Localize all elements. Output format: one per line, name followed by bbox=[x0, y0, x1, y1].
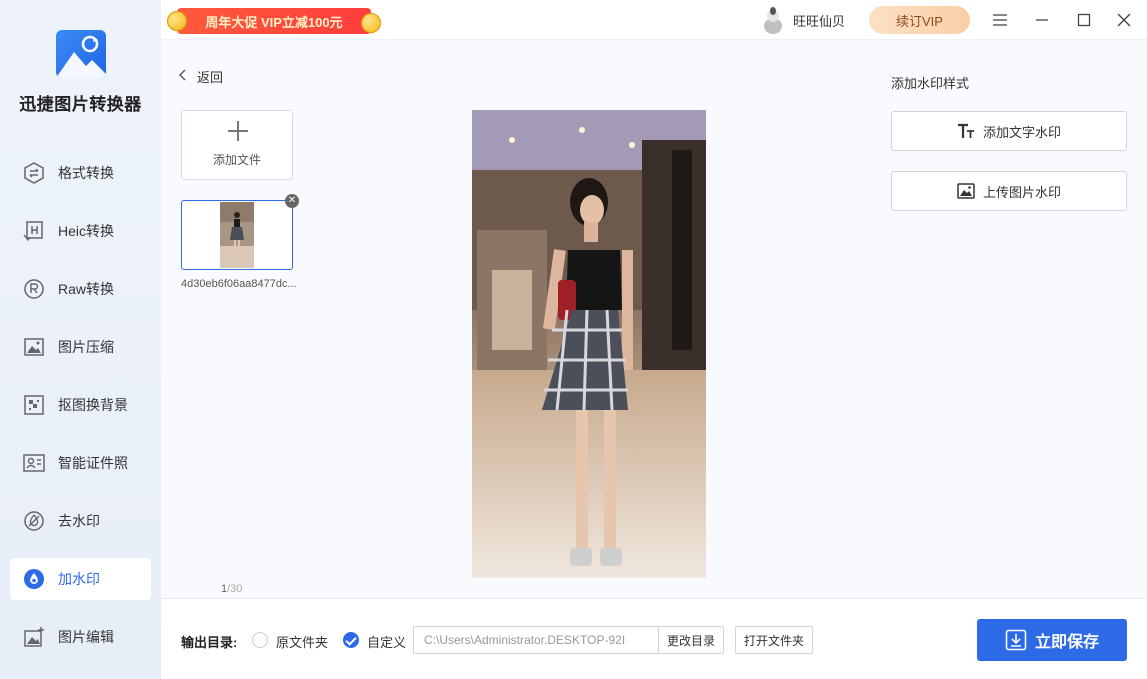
file-thumbnail[interactable] bbox=[181, 200, 293, 270]
sidebar-item-add-watermark[interactable]: 加水印 bbox=[10, 558, 151, 600]
output-dir-label: 输出目录: bbox=[181, 635, 238, 650]
image-icon bbox=[957, 183, 975, 199]
thumbnail-image bbox=[220, 202, 254, 268]
sidebar-item-label: 抠图换背景 bbox=[58, 397, 128, 413]
coin-icon bbox=[361, 13, 381, 33]
sidebar-item-compress[interactable]: 图片压缩 bbox=[10, 326, 151, 368]
sidebar-item-label: 图片压缩 bbox=[58, 339, 114, 355]
format-convert-icon bbox=[22, 161, 46, 185]
image-preview bbox=[472, 110, 706, 578]
custom-folder-label: 自定义 bbox=[367, 635, 407, 650]
page-total: /30 bbox=[227, 583, 243, 595]
sidebar-item-raw[interactable]: Raw转换 bbox=[10, 268, 151, 310]
sidebar: 迅捷图片转换器 格式转换 Heic转换 Raw转换 图片压缩 抠图换背景 智能证… bbox=[0, 0, 161, 679]
sidebar-item-label: 格式转换 bbox=[58, 165, 114, 181]
watermark-style-title: 添加水印样式 bbox=[891, 76, 970, 91]
main-content: 返回 添加文件 ✕ 4d30eb6f06aa8477dc... 1/30 添加水… bbox=[161, 40, 1147, 598]
sidebar-item-label: Raw转换 bbox=[58, 281, 115, 297]
add-text-watermark-button[interactable]: 添加文字水印 bbox=[891, 111, 1127, 151]
sidebar-item-label: 图片编辑 bbox=[58, 629, 114, 645]
output-path-field[interactable]: C:\Users\Administrator.DESKTOP-92I bbox=[413, 626, 659, 654]
back-label: 返回 bbox=[197, 70, 224, 85]
username: 旺旺仙贝 bbox=[793, 13, 846, 29]
original-folder-label: 原文件夹 bbox=[276, 635, 329, 650]
avatar bbox=[761, 6, 785, 34]
app-logo-icon bbox=[56, 30, 106, 78]
chevron-left-icon bbox=[179, 69, 187, 84]
coin-icon bbox=[167, 11, 187, 31]
menu-icon[interactable] bbox=[987, 8, 1013, 32]
open-folder-button[interactable]: 打开文件夹 bbox=[735, 626, 813, 654]
add-file-button[interactable]: 添加文件 bbox=[181, 110, 293, 180]
add-watermark-icon bbox=[22, 567, 46, 591]
add-text-watermark-label: 添加文字水印 bbox=[982, 124, 1061, 140]
sidebar-item-heic[interactable]: Heic转换 bbox=[10, 210, 151, 252]
top-bar: 周年大促 VIP立减100元 旺旺仙贝 续订VIP bbox=[161, 0, 1147, 40]
text-icon bbox=[957, 123, 975, 139]
compress-icon bbox=[22, 335, 46, 359]
minimize-icon[interactable] bbox=[1029, 8, 1055, 32]
sidebar-item-label: 加水印 bbox=[58, 571, 100, 587]
cutout-icon bbox=[22, 393, 46, 417]
radio-original-folder[interactable] bbox=[252, 632, 268, 648]
file-name: 4d30eb6f06aa8477dc... bbox=[181, 278, 297, 290]
sidebar-item-format-convert[interactable]: 格式转换 bbox=[10, 152, 151, 194]
promo-text: 周年大促 VIP立减100元 bbox=[177, 8, 371, 34]
save-now-label: 立即保存 bbox=[1034, 634, 1099, 651]
renew-vip-button[interactable]: 续订VIP bbox=[869, 6, 970, 34]
page-indicator: 1/30 bbox=[221, 583, 242, 595]
sidebar-item-label: Heic转换 bbox=[58, 223, 115, 239]
raw-icon bbox=[22, 277, 46, 301]
sidebar-item-image-edit[interactable]: 图片编辑 bbox=[10, 616, 151, 658]
remove-file-icon[interactable]: ✕ bbox=[285, 194, 299, 208]
image-edit-icon bbox=[22, 625, 46, 649]
sidebar-nav: 格式转换 Heic转换 Raw转换 图片压缩 抠图换背景 智能证件照 去水印 加… bbox=[10, 152, 151, 674]
upload-image-watermark-label: 上传图片水印 bbox=[982, 184, 1061, 200]
maximize-icon[interactable] bbox=[1071, 8, 1097, 32]
upload-image-watermark-button[interactable]: 上传图片水印 bbox=[891, 171, 1127, 211]
close-icon[interactable] bbox=[1111, 8, 1137, 32]
user-profile[interactable]: 旺旺仙贝 bbox=[761, 6, 845, 34]
id-photo-icon bbox=[22, 451, 46, 475]
radio-custom-folder[interactable] bbox=[343, 632, 359, 648]
sidebar-item-label: 去水印 bbox=[58, 513, 100, 529]
bottom-bar: 输出目录: 原文件夹 自定义 C:\Users\Administrator.DE… bbox=[161, 598, 1147, 679]
download-icon bbox=[1005, 629, 1027, 651]
add-file-label: 添加文件 bbox=[212, 153, 261, 167]
save-now-button[interactable]: 立即保存 bbox=[977, 619, 1127, 661]
sidebar-item-label: 智能证件照 bbox=[58, 455, 128, 471]
sidebar-item-id-photo[interactable]: 智能证件照 bbox=[10, 442, 151, 484]
sidebar-item-remove-watermark[interactable]: 去水印 bbox=[10, 500, 151, 542]
promo-banner[interactable]: 周年大促 VIP立减100元 bbox=[167, 8, 381, 34]
remove-watermark-icon bbox=[22, 509, 46, 533]
app-name: 迅捷图片转换器 bbox=[19, 95, 142, 114]
sidebar-item-cutout[interactable]: 抠图换背景 bbox=[10, 384, 151, 426]
heic-icon bbox=[22, 219, 46, 243]
back-button[interactable]: 返回 bbox=[179, 67, 223, 86]
plus-icon bbox=[228, 121, 248, 141]
change-dir-button[interactable]: 更改目录 bbox=[658, 626, 724, 654]
